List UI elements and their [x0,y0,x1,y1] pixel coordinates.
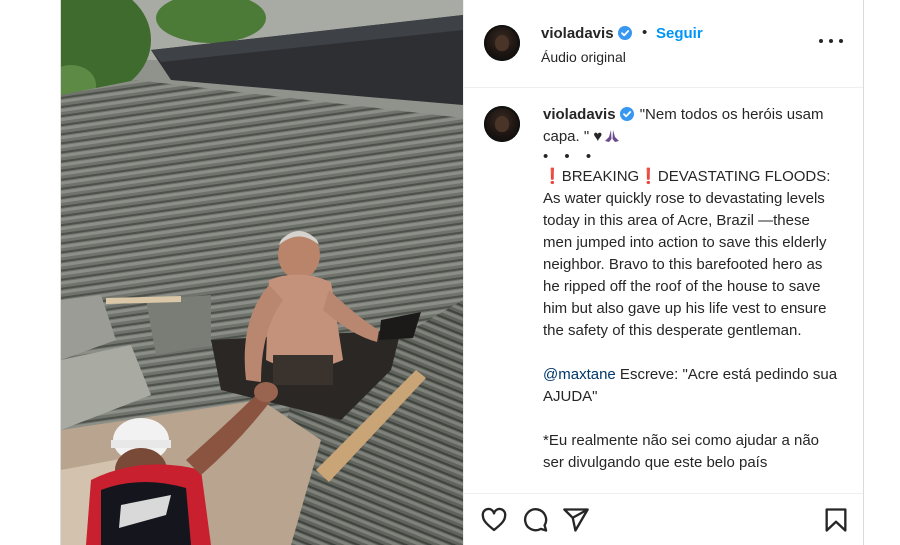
exclamation-icon: ❗ [543,168,562,185]
post-actions-bar [464,493,863,545]
audio-label[interactable]: Áudio original [541,49,626,65]
comment-icon[interactable] [521,506,549,534]
praying-hands-icon [605,130,620,142]
share-icon[interactable] [562,506,590,534]
caption-footnote: *Eu realmente não sei como ajudar a não … [543,432,820,471]
black-heart-emoji: ♥ [593,128,603,145]
caption-username[interactable]: violadavis [543,106,634,123]
exclamation-icon: ❗ [639,168,658,185]
author-username[interactable]: violadavis [541,25,632,42]
follow-button[interactable]: Seguir [656,25,703,42]
caption-body: As water quickly rose to devastating lev… [543,190,827,339]
heart-icon[interactable] [480,506,508,534]
post-header: violadavis • Seguir Áudio original [464,0,863,88]
video-frame [61,0,463,545]
post-details-panel: violadavis • Seguir Áudio original viola… [463,0,863,545]
header-separator: • [642,24,648,41]
bookmark-icon[interactable] [822,506,850,534]
caption-text: violadavis "Nem todos os heróis usam cap… [543,104,843,474]
instagram-post: violadavis • Seguir Áudio original viola… [60,0,864,545]
author-avatar[interactable] [484,25,520,61]
caption-area: violadavis "Nem todos os heróis usam cap… [464,88,863,493]
more-options-icon[interactable] [819,34,843,48]
caption-mention-link[interactable]: @maxtane [543,366,616,383]
caption-dots: • • • [543,148,598,165]
verified-badge-icon [619,107,634,121]
caption-author-avatar[interactable] [484,106,520,142]
post-video[interactable] [61,0,463,545]
caption-breaking: BREAKING [561,168,640,185]
caption-headline: DEVASTATING FLOODS: [657,168,831,185]
verified-badge-icon [617,26,632,40]
